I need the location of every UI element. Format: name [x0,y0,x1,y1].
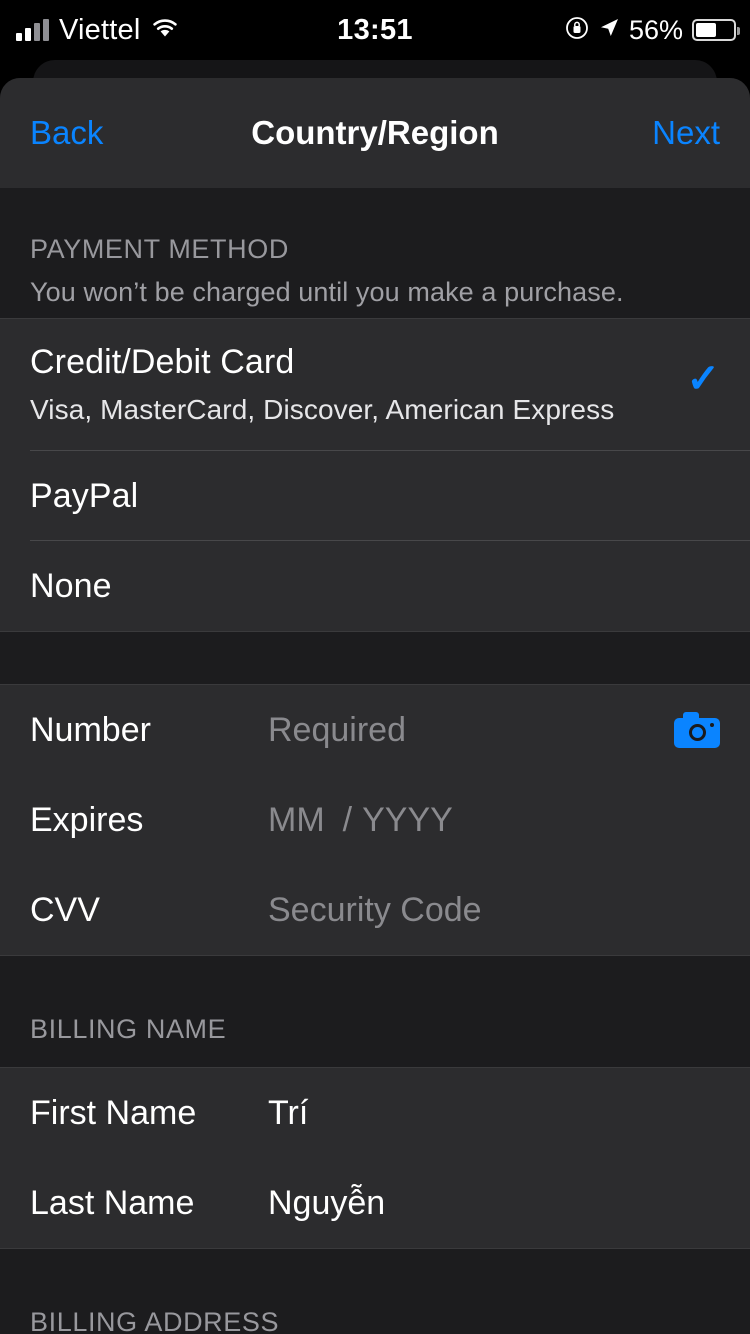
card-number-row[interactable]: Number Required [0,685,750,775]
status-bar-right: 56% [565,14,740,46]
payment-option-none[interactable]: None [0,541,750,631]
last-name-label: Last Name [30,1183,195,1222]
option-title: None [30,566,112,605]
card-details-group: Number Required Expires MM / YYYY CVV Se… [0,684,750,956]
battery-percent-label: 56% [628,14,683,45]
payment-option-paypal[interactable]: PayPal [0,451,750,541]
section-gap [0,632,750,684]
checkmark-icon: ✓ [686,357,720,401]
phone-screen: Viettel 13:51 56% Back Country/Region Ne… [0,0,750,1334]
payment-option-credit-debit-card[interactable]: Credit/Debit Card Visa, MasterCard, Disc… [0,319,750,451]
location-arrow-icon [598,17,620,44]
payment-method-section-header: PAYMENT METHOD You won’t be charged unti… [0,188,750,318]
card-cvv-input[interactable]: Security Code [268,891,720,930]
first-name-row[interactable]: First Name Trí [0,1068,750,1158]
expiry-month-placeholder: MM [268,800,325,839]
back-button[interactable]: Back [30,114,103,152]
section-subtitle: You won’t be charged until you make a pu… [30,277,624,307]
next-button[interactable]: Next [652,114,720,152]
page-title: Country/Region [251,114,499,151]
rotation-lock-icon [565,16,589,45]
section-title: PAYMENT METHOD [30,234,289,264]
section-title: BILLING ADDRESS [30,1307,280,1334]
last-name-input[interactable]: Nguyễn [268,1184,720,1223]
option-subtitle: Visa, MasterCard, Discover, American Exp… [30,394,615,425]
card-expiry-label: Expires [30,800,144,839]
expiry-separator: / [342,800,353,839]
card-cvv-row[interactable]: CVV Security Code [0,865,750,955]
navigation-bar: Back Country/Region Next [0,78,750,188]
first-name-label: First Name [30,1093,197,1132]
card-number-input[interactable]: Required [268,711,674,750]
card-cvv-label: CVV [30,890,100,929]
first-name-input[interactable]: Trí [268,1094,720,1133]
billing-name-group: First Name Trí Last Name Nguyễn [0,1067,750,1249]
card-expiry-input[interactable]: MM / YYYY [268,801,453,840]
row-content: None [30,567,720,606]
section-title: BILLING NAME [30,1014,227,1044]
settings-list: PAYMENT METHOD You won’t be charged unti… [0,188,750,1334]
payment-method-group: Credit/Debit Card Visa, MasterCard, Disc… [0,318,750,632]
row-content: PayPal [30,477,720,516]
camera-icon[interactable] [674,712,720,748]
modal-sheet: Back Country/Region Next PAYMENT METHOD … [0,78,750,1334]
option-title: PayPal [30,476,139,515]
billing-name-section-header: BILLING NAME [0,956,750,1067]
card-number-label: Number [30,710,151,749]
row-content: Credit/Debit Card Visa, MasterCard, Disc… [30,343,686,426]
option-title: Credit/Debit Card [30,343,295,381]
billing-address-section-header: BILLING ADDRESS [0,1249,750,1334]
status-bar: Viettel 13:51 56% [0,0,750,60]
battery-icon [692,19,740,41]
last-name-row[interactable]: Last Name Nguyễn [0,1158,750,1248]
card-expiry-row[interactable]: Expires MM / YYYY [0,775,750,865]
expiry-year-placeholder: YYYY [362,800,453,839]
